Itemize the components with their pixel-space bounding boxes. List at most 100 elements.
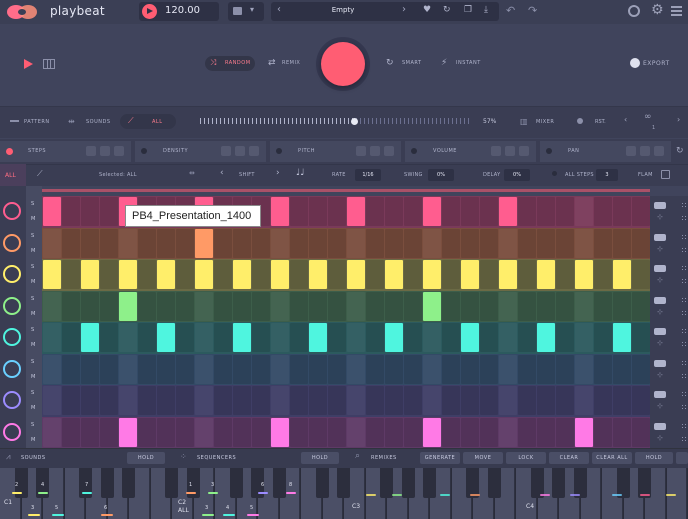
step-cell[interactable] xyxy=(61,323,80,352)
step-cell[interactable] xyxy=(460,417,479,447)
step-cell[interactable] xyxy=(460,228,479,258)
step-cell[interactable] xyxy=(612,354,631,384)
sounds-tab[interactable]: SOUNDS xyxy=(86,119,111,125)
step-cell[interactable] xyxy=(403,323,422,352)
track-drag-handle-icon[interactable] xyxy=(681,296,688,304)
step-cell[interactable] xyxy=(441,417,460,447)
mute-button[interactable]: M xyxy=(31,437,35,443)
step-cell[interactable] xyxy=(517,197,536,226)
step-cell[interactable] xyxy=(213,291,232,321)
step-cell[interactable] xyxy=(327,386,346,415)
step-cell[interactable] xyxy=(384,197,403,226)
track-drag-handle-icon[interactable] xyxy=(681,341,688,348)
step-cell[interactable] xyxy=(631,197,650,226)
step-cell[interactable] xyxy=(536,386,555,415)
step-cell[interactable] xyxy=(517,386,536,415)
track-visibility-icon[interactable] xyxy=(654,296,666,304)
step-cell[interactable] xyxy=(384,354,403,384)
step-cell[interactable] xyxy=(289,386,308,415)
step-cell[interactable] xyxy=(270,354,289,384)
step-cell[interactable] xyxy=(403,354,422,384)
mute-button[interactable]: M xyxy=(31,279,35,285)
step-cell[interactable] xyxy=(289,260,308,289)
step-cell[interactable] xyxy=(99,417,118,447)
step-cell[interactable] xyxy=(517,228,536,258)
mute-button[interactable]: M xyxy=(31,311,35,317)
step-cell[interactable] xyxy=(175,323,194,352)
lock-button[interactable]: LOCK xyxy=(506,452,546,464)
black-key[interactable] xyxy=(229,468,243,498)
track-drag-handle-icon[interactable] xyxy=(681,359,688,367)
step-cell[interactable] xyxy=(194,323,213,352)
step-cell[interactable] xyxy=(479,417,498,447)
step-cell[interactable] xyxy=(365,197,384,226)
step-cell[interactable] xyxy=(99,291,118,321)
step-cell[interactable] xyxy=(517,323,536,352)
reset-label[interactable]: RST. xyxy=(595,119,606,125)
generate-remix-button[interactable]: GENERATE xyxy=(420,452,460,464)
step-cell[interactable] xyxy=(42,386,61,415)
kick-drum-icon[interactable] xyxy=(3,202,21,220)
black-key[interactable] xyxy=(401,468,415,498)
step-cell[interactable] xyxy=(555,323,574,352)
dice-icon[interactable] xyxy=(640,146,650,156)
step-cell[interactable] xyxy=(137,291,156,321)
step-cell[interactable] xyxy=(498,386,517,415)
step-cell[interactable] xyxy=(251,291,270,321)
step-cell[interactable] xyxy=(612,417,631,447)
step-cell[interactable] xyxy=(289,291,308,321)
step-cell[interactable] xyxy=(156,291,175,321)
step-cell[interactable] xyxy=(251,386,270,415)
step-cell[interactable] xyxy=(593,260,612,289)
step-cell[interactable] xyxy=(327,354,346,384)
step-cell[interactable] xyxy=(346,323,365,352)
step-cell[interactable] xyxy=(118,323,137,352)
step-cell[interactable] xyxy=(80,197,99,226)
step-cell[interactable] xyxy=(593,386,612,415)
step-cell-active[interactable] xyxy=(270,197,289,226)
step-cell-active[interactable] xyxy=(80,260,99,289)
track-mix-icon[interactable]: ⊹ xyxy=(657,308,663,316)
step-cell[interactable] xyxy=(61,354,80,384)
step-cell-active[interactable] xyxy=(308,323,327,352)
step-cell[interactable] xyxy=(555,260,574,289)
track-mix-icon[interactable]: ⊹ xyxy=(657,371,663,379)
step-cell[interactable] xyxy=(612,197,631,226)
step-cell[interactable] xyxy=(365,386,384,415)
black-key[interactable] xyxy=(487,468,501,498)
solo-button[interactable]: S xyxy=(31,390,34,396)
step-cell[interactable] xyxy=(118,354,137,384)
step-cell[interactable] xyxy=(460,386,479,415)
step-cell[interactable] xyxy=(251,323,270,352)
step-cell[interactable] xyxy=(574,354,593,384)
step-cell[interactable] xyxy=(631,228,650,258)
all-tracks-label[interactable]: ALL xyxy=(5,172,16,179)
step-cell[interactable] xyxy=(574,291,593,321)
step-cell[interactable] xyxy=(479,386,498,415)
solo-button[interactable]: S xyxy=(31,327,34,333)
step-cell[interactable] xyxy=(593,228,612,258)
dice-icon[interactable] xyxy=(505,146,515,156)
note-icon[interactable]: ♩♩ xyxy=(296,168,305,178)
bpm-value[interactable]: 120.00 xyxy=(165,5,200,16)
step-cell[interactable] xyxy=(403,291,422,321)
step-cell[interactable] xyxy=(270,386,289,415)
step-cell[interactable] xyxy=(289,354,308,384)
step-cell[interactable] xyxy=(365,228,384,258)
reset-icon[interactable] xyxy=(577,118,583,124)
wave-icon[interactable] xyxy=(3,391,21,409)
track-mix-icon[interactable]: ⊹ xyxy=(657,434,663,442)
step-cell[interactable] xyxy=(593,197,612,226)
clear-icon[interactable] xyxy=(249,146,259,156)
step-cell[interactable] xyxy=(270,291,289,321)
step-cell-active[interactable] xyxy=(308,260,327,289)
mirror-icon[interactable]: ⇹ xyxy=(189,169,195,177)
pencil-icon[interactable] xyxy=(86,146,96,156)
pattern-next-icon[interactable]: › xyxy=(677,115,680,124)
step-cell[interactable] xyxy=(441,197,460,226)
step-cell-active[interactable] xyxy=(194,260,213,289)
gear-icon[interactable]: ⚙ xyxy=(651,2,664,18)
random-label[interactable]: RANDOM xyxy=(225,60,251,66)
step-cell[interactable] xyxy=(631,417,650,447)
step-cell[interactable] xyxy=(479,197,498,226)
